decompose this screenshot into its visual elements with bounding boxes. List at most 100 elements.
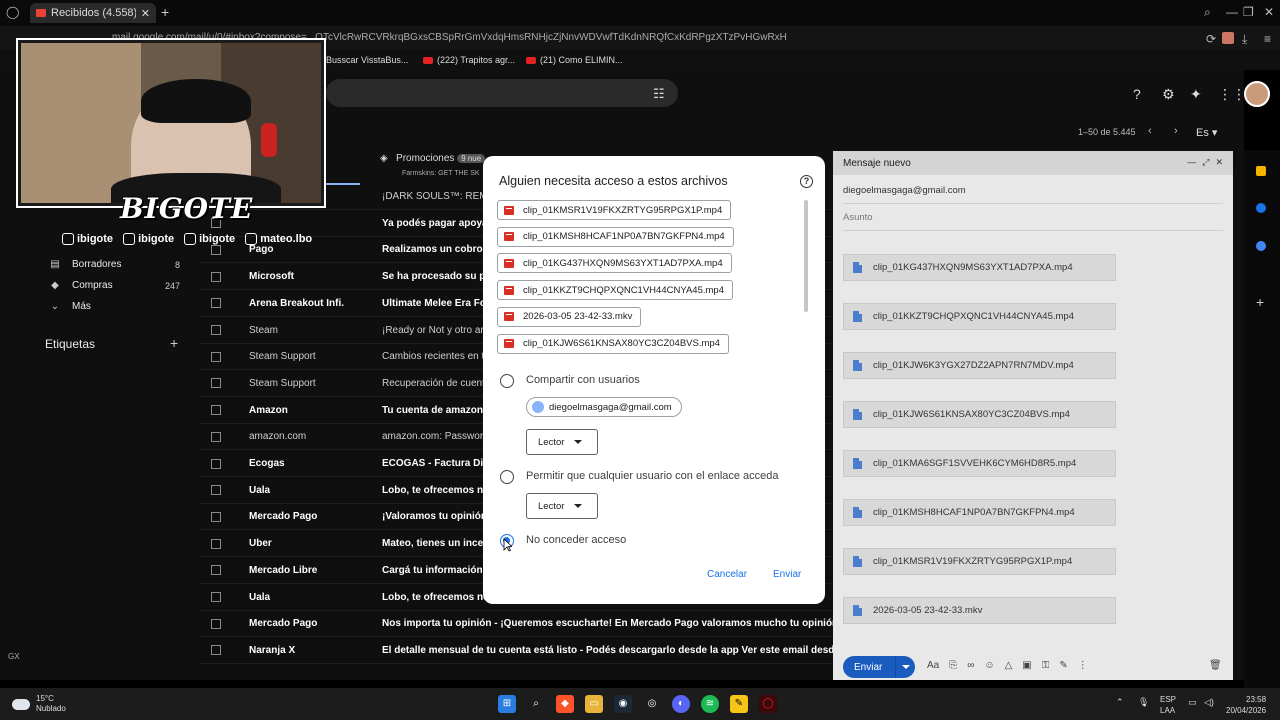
file-chip[interactable]: clip_01KMSR1V19FKXZRTYG95RPGX1P.mp4 [497,200,732,220]
file-list-scrollbar[interactable] [804,200,808,312]
search-filter-icon[interactable]: ☷ [653,86,665,102]
tasks-icon[interactable] [1256,203,1266,213]
photo-icon[interactable]: ▣ [1022,660,1031,671]
close-window-icon[interactable]: ✕ [1264,5,1274,19]
obs-icon[interactable]: ◎ [643,695,661,713]
attachment-chip[interactable]: 2026-03-05 23-42-33.mkv [843,597,1116,624]
formatting-icon[interactable]: Aa [927,660,939,671]
keep-icon[interactable] [1256,166,1266,176]
discord-icon[interactable]: ◐ [672,695,690,713]
table-row[interactable]: Mercado Pago Nos importa tu opinión - ¡Qu… [200,611,884,638]
attachment-chip[interactable]: clip_01KJW6S61KNSAX80YC3CZ04BVS.mp4 [843,401,1116,428]
prev-page-icon[interactable]: ‹ [1148,125,1152,137]
maximize-icon[interactable]: ❐ [1243,5,1254,19]
send-button[interactable]: Enviar [773,569,801,580]
attachment-chip[interactable]: clip_01KG437HXQN9MS63YXT1AD7PXA.mp4 [843,254,1116,281]
row-checkbox[interactable] [211,645,221,656]
add-addon-icon[interactable]: + [1256,295,1266,309]
show-hidden-icons-icon[interactable]: ⌃ [1116,697,1124,708]
signature-icon[interactable]: ✎ [1059,660,1067,671]
spotify-icon[interactable]: ≋ [701,695,719,713]
attachment-chip[interactable]: clip_01KMSH8HCAF1NP0A7BN7GKFPN4.mp4 [843,499,1116,526]
row-checkbox[interactable] [211,618,221,629]
microphone-icon[interactable]: 🎙 [1138,697,1149,708]
bookmark-item[interactable]: (21) Como ELIMIN... [526,55,623,65]
radio-share-users[interactable] [500,374,514,388]
gemini-icon[interactable]: ✦ [1190,86,1202,103]
system-clock[interactable]: 23:58 20/04/2026 [1226,694,1266,716]
volume-icon[interactable]: ◁) [1204,697,1214,708]
opera-gx-icon[interactable]: ◯ [759,695,777,713]
close-tab-icon[interactable]: ✕ [141,7,150,20]
table-row[interactable]: Naranja X El detalle mensual de tu cuenta… [200,638,878,664]
cancel-button[interactable]: Cancelar [707,569,747,580]
sidebar-item-compras[interactable]: ◆ Compras 247 [48,280,180,291]
role-select-users[interactable]: Lector [526,429,598,455]
file-chip[interactable]: 2026-03-05 23-42-33.mkv [497,306,642,327]
attach-icon[interactable]: ⎘ [949,660,957,671]
search-tabs-icon[interactable]: ⌕ [1204,5,1211,20]
minimize-icon[interactable]: — [1226,5,1238,19]
sidebar-item-mas[interactable]: ⌄ Más [48,301,180,312]
steam-icon[interactable]: ◉ [614,695,632,713]
row-checkbox[interactable] [211,565,221,576]
discard-draft-icon[interactable]: 🗑 [1209,660,1222,671]
file-chip[interactable]: clip_01KG437HXQN9MS63YXT1AD7PXA.mp4 [497,253,732,274]
profile-icon[interactable] [1222,32,1234,44]
row-checkbox[interactable] [211,538,221,549]
compose-send-button[interactable]: Enviar [843,656,915,678]
browser-tab-gmail[interactable]: Recibidos (4.558) - lobom ✕ [30,3,156,23]
attachment-chip[interactable]: clip_01KKZT9CHQPXQNC1VH44CNYA45.mp4 [843,303,1116,330]
drive-icon[interactable]: △ [1005,660,1013,671]
network-icon[interactable]: ▭ [1188,697,1197,708]
apps-grid-icon[interactable]: ⋮⋮ [1218,86,1246,103]
row-checkbox[interactable] [211,592,221,602]
attachment-chip[interactable]: clip_01KMA6SGF1SVVEHK6CYM6HD8R5.mp4 [843,450,1116,477]
row-checkbox[interactable] [211,431,221,442]
download-icon[interactable]: ⤓ [1242,32,1247,47]
row-checkbox[interactable] [211,351,221,362]
close-icon[interactable]: ✕ [1215,157,1223,168]
input-language-select[interactable]: Es ▾ [1196,126,1217,139]
contacts-icon[interactable] [1256,241,1266,251]
role-select-link[interactable]: Lector [526,493,598,519]
keyboard-language[interactable]: ESP LAA [1160,694,1176,716]
row-checkbox[interactable] [211,298,221,309]
weather-widget[interactable]: 15°C Nublado [12,694,66,714]
minimize-icon[interactable]: — [1187,157,1196,168]
row-checkbox[interactable] [211,325,221,335]
add-label-icon[interactable]: + [170,335,178,351]
sidebar-item-borradores[interactable]: ▤ Borradores 8 [48,259,180,270]
lock-icon[interactable]: ⚿ [1042,660,1050,671]
extensions-icon[interactable]: ⟳ [1206,32,1216,46]
compose-subject-field[interactable]: Asunto [843,212,873,223]
row-checkbox[interactable] [211,378,221,389]
compose-to-field[interactable]: diegoelmasgaga@gmail.com [843,185,966,196]
gmail-search-input[interactable] [326,79,678,107]
settings-gear-icon[interactable]: ⚙ [1162,86,1175,103]
file-chip[interactable]: clip_01KKZT9CHQPXQNC1VH44CNYA45.mp4 [497,280,733,301]
file-chip[interactable]: clip_01KJW6S61KNSAX80YC3CZ04BVS.mp4 [497,333,729,354]
expand-icon[interactable]: ⤢ [1202,157,1209,168]
menu-icon[interactable]: ≡ [1264,32,1271,46]
tab-promociones[interactable]: ◈ Promociones 9 nue [380,153,486,164]
row-checkbox[interactable] [211,244,221,255]
row-checkbox[interactable] [211,511,221,522]
bookmark-item[interactable]: Busscar VisstaBus... [326,55,408,65]
user-chip[interactable]: diegoelmasgaga@gmail.com [526,397,682,417]
emoji-icon[interactable]: ☺ [984,660,994,671]
link-icon[interactable]: ∞ [967,660,974,671]
new-tab-button[interactable]: + [161,4,169,20]
windows-start-icon[interactable]: ⊞ [498,695,516,713]
search-icon[interactable]: ⌕ [527,695,545,713]
row-checkbox[interactable] [211,458,221,469]
file-chip[interactable]: clip_01KMSH8HCAF1NP0A7BN7GKFPN4.mp4 [497,226,734,247]
help-icon[interactable]: ? [800,175,813,188]
attachment-chip[interactable]: clip_01KMSR1V19FKXZRTYG95RPGX1P.mp4 [843,548,1116,575]
next-page-icon[interactable]: › [1174,125,1178,137]
radio-link-access[interactable] [500,470,514,484]
attachment-chip[interactable]: clip_01KJW6K3YGX27DZ2APN7RN7MDV.mp4 [843,352,1116,379]
help-icon[interactable]: ? [1133,86,1141,102]
account-avatar[interactable] [1244,81,1270,107]
brave-icon[interactable]: ◆ [556,695,574,713]
